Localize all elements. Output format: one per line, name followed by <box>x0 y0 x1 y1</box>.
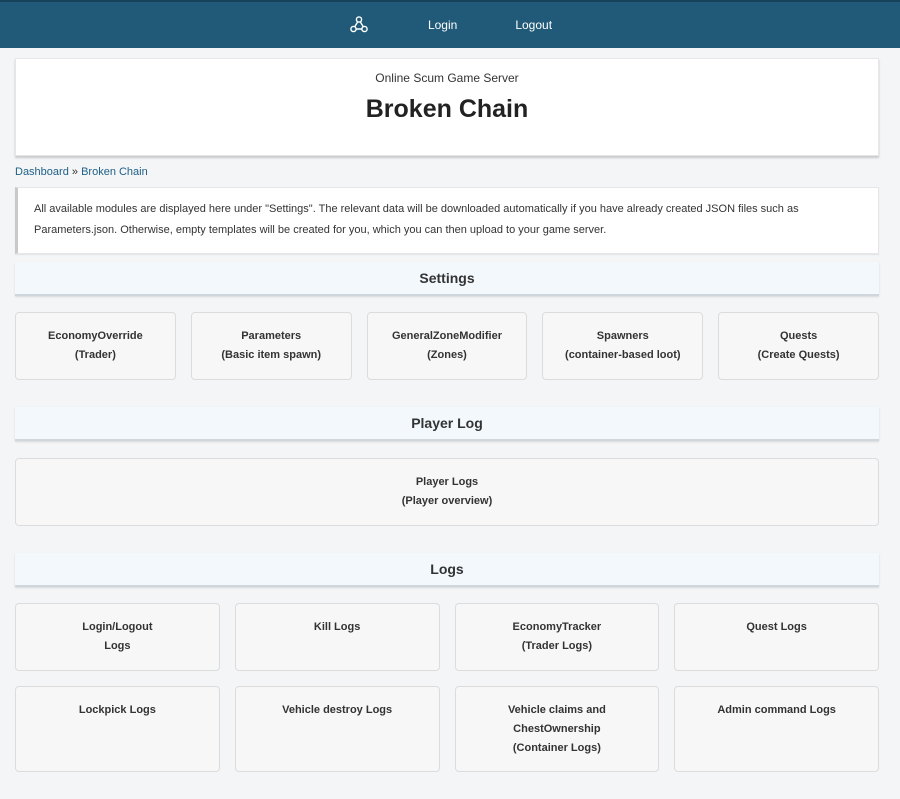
card-subtitle: (Trader Logs) <box>521 640 593 652</box>
module-card-spawners[interactable]: Spawners (container-based loot) <box>542 312 704 380</box>
module-card-economytracker[interactable]: EconomyTracker (Trader Logs) <box>454 603 660 671</box>
page-title: Broken Chain <box>365 95 529 123</box>
module-card-economyoverride[interactable]: EconomyOverride (Trader) <box>15 312 176 380</box>
card-subtitle: Logs <box>104 640 131 652</box>
card-subtitle: (container-based loot) <box>565 349 681 361</box>
player-log-heading: Player Log <box>15 407 879 441</box>
card-title: Player Logs <box>415 476 479 488</box>
login-link[interactable]: Login <box>428 18 457 32</box>
card-subtitle: (Create Quests) <box>757 349 840 361</box>
module-card-vehicle-claims-chestownership[interactable]: Vehicle claims and ChestOwnership (Conta… <box>454 686 660 772</box>
card-title: Vehicle claims and <box>507 704 606 716</box>
breadcrumb-separator: » <box>71 166 79 178</box>
settings-cards: EconomyOverride (Trader) Parameters (Bas… <box>15 312 879 380</box>
logs-cards-row-1: Login/Logout Logs Kill Logs EconomyTrack… <box>15 603 879 671</box>
player-log-cards: Player Logs (Player overview) <box>15 458 879 526</box>
info-notice: All available modules are displayed here… <box>15 187 879 254</box>
card-title: Lockpick Logs <box>78 704 156 716</box>
module-card-kill-logs[interactable]: Kill Logs <box>234 603 440 671</box>
card-title: EconomyTracker <box>512 621 602 633</box>
card-title: Vehicle destroy Logs <box>282 704 393 716</box>
card-title: Spawners <box>596 330 649 342</box>
module-card-generalzonemodifier[interactable]: GeneralZoneModifier (Zones) <box>366 312 528 380</box>
card-title: Parameters <box>241 330 302 342</box>
module-card-lockpick-logs[interactable]: Lockpick Logs <box>15 686 220 772</box>
card-title: Quest Logs <box>746 621 807 633</box>
card-title: GeneralZoneModifier <box>391 330 502 342</box>
module-card-quests[interactable]: Quests (Create Quests) <box>718 312 879 380</box>
breadcrumb: Dashboard » Broken Chain <box>15 166 879 178</box>
card-subtitle-2: (Container Logs) <box>512 742 601 754</box>
card-title: EconomyOverride <box>48 330 143 342</box>
breadcrumb-dashboard-link[interactable]: Dashboard <box>15 166 69 178</box>
nav-links: Login Logout <box>348 14 552 36</box>
card-subtitle: (Zones) <box>427 349 467 361</box>
card-subtitle: (Basic item spawn) <box>221 349 322 361</box>
card-title: Quests <box>779 330 818 342</box>
card-title: Admin command Logs <box>717 704 836 716</box>
module-card-admin-command-logs[interactable]: Admin command Logs <box>674 686 879 772</box>
network-nodes-icon[interactable] <box>348 14 370 36</box>
card-subtitle: (Trader) <box>74 349 116 361</box>
card-subtitle: (Player overview) <box>401 495 493 507</box>
module-card-vehicle-destroy-logs[interactable]: Vehicle destroy Logs <box>234 686 440 772</box>
server-subtitle: Online Scum Game Server <box>375 71 519 85</box>
card-subtitle: ChestOwnership <box>513 723 601 735</box>
card-title: Login/Logout <box>82 621 153 633</box>
settings-heading: Settings <box>15 262 879 296</box>
module-card-parameters[interactable]: Parameters (Basic item spawn) <box>190 312 352 380</box>
logout-link[interactable]: Logout <box>515 18 552 32</box>
module-card-quest-logs[interactable]: Quest Logs <box>674 603 879 671</box>
breadcrumb-current[interactable]: Broken Chain <box>81 166 148 178</box>
logs-heading: Logs <box>15 553 879 587</box>
module-card-login-logout-logs[interactable]: Login/Logout Logs <box>15 603 220 671</box>
main-content: Online Scum Game Server Broken Chain Das… <box>0 48 900 772</box>
header-card: Online Scum Game Server Broken Chain <box>15 58 879 156</box>
module-card-player-logs[interactable]: Player Logs (Player overview) <box>15 458 879 526</box>
top-navbar: Login Logout <box>0 0 900 48</box>
card-title: Kill Logs <box>313 621 361 633</box>
logs-cards-row-2: Lockpick Logs Vehicle destroy Logs Vehic… <box>15 686 879 772</box>
